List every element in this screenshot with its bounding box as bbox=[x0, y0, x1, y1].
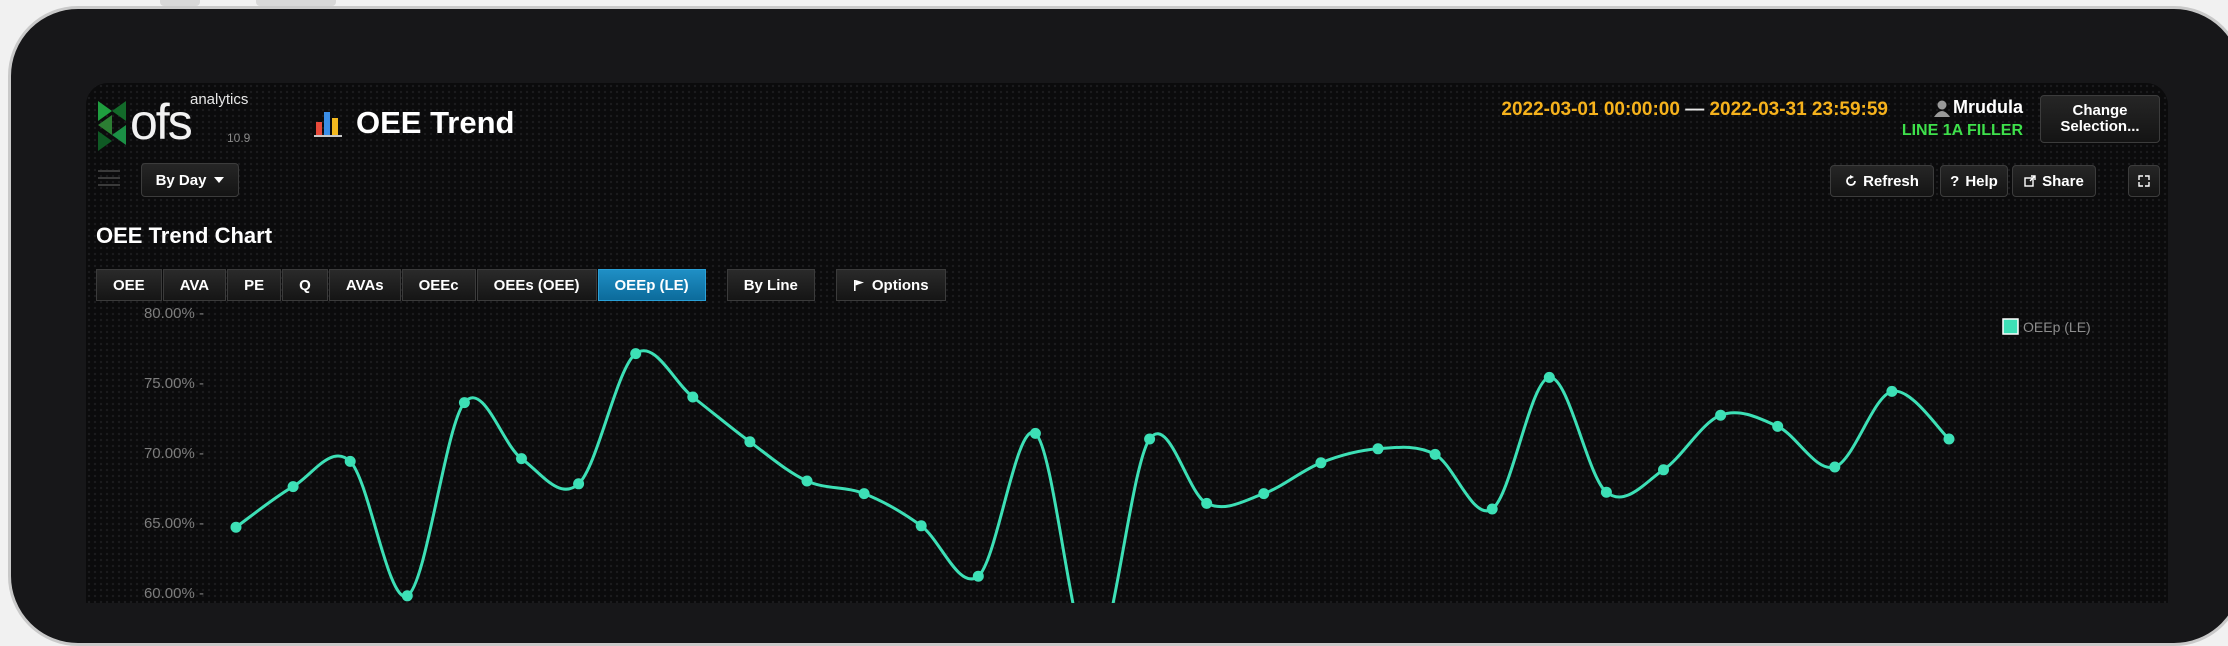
options-button[interactable]: Options bbox=[835, 269, 946, 301]
data-point bbox=[1943, 433, 1955, 445]
date-start: 2022-03-01 00:00:00 bbox=[1501, 99, 1680, 120]
page-title-group: OEE Trend bbox=[314, 105, 514, 141]
device-button bbox=[256, 0, 336, 6]
user-name: Mrudula bbox=[1953, 97, 2023, 117]
period-label: By Day bbox=[155, 171, 207, 189]
data-point bbox=[1201, 497, 1213, 509]
data-point bbox=[630, 348, 642, 360]
data-point bbox=[687, 391, 699, 403]
app-version: 10.9 bbox=[227, 131, 251, 145]
data-point bbox=[1029, 427, 1041, 439]
app-logo: ofs analytics 10.9 bbox=[94, 91, 264, 151]
help-label: Help bbox=[1965, 172, 1998, 190]
data-point bbox=[1886, 385, 1898, 397]
data-point bbox=[287, 481, 299, 493]
refresh-label: Refresh bbox=[1863, 172, 1919, 190]
page-title: OEE Trend bbox=[356, 105, 515, 140]
options-label: Options bbox=[871, 276, 929, 294]
logo-wordmark: ofs bbox=[130, 94, 193, 150]
y-tick-label: 75.00% - bbox=[144, 375, 204, 392]
line-name: LINE 1A FILLER bbox=[1901, 122, 2023, 139]
tab-oees[interactable]: OEEs (OEE) bbox=[476, 269, 597, 301]
share-button[interactable]: Share bbox=[2012, 165, 2096, 197]
y-tick-label: 80.00% - bbox=[144, 305, 204, 322]
tab-oeep[interactable]: OEEp (LE) bbox=[597, 269, 706, 301]
data-point bbox=[744, 436, 756, 448]
period-dropdown[interactable]: By Day bbox=[141, 163, 239, 197]
data-point bbox=[1144, 433, 1156, 445]
tab-q[interactable]: Q bbox=[282, 269, 328, 301]
data-point bbox=[1600, 486, 1612, 498]
caret-down-icon bbox=[214, 177, 225, 183]
y-tick-label: 70.00% - bbox=[144, 445, 204, 462]
tab-pe[interactable]: PE bbox=[227, 269, 282, 301]
data-point bbox=[344, 455, 356, 467]
hamburger-icon bbox=[98, 170, 120, 186]
data-point bbox=[230, 521, 242, 533]
data-point bbox=[1772, 420, 1784, 432]
metric-tabs: OEE AVA PE Q AVAs OEEc OEEs (OEE) OEEp (… bbox=[96, 269, 947, 301]
data-point bbox=[1372, 443, 1384, 455]
tablet-frame: ofs analytics 10.9 OEE Trend 2022-03-01 … bbox=[8, 6, 2228, 646]
user-icon bbox=[1934, 100, 1950, 117]
tab-ava[interactable]: AVA bbox=[162, 269, 227, 301]
date-end: 2022-03-31 23:59:59 bbox=[1709, 99, 1888, 120]
question-icon: ? bbox=[1950, 172, 1960, 190]
tab-avas[interactable]: AVAs bbox=[328, 269, 401, 301]
data-point bbox=[401, 590, 413, 602]
y-tick-label: 60.00% - bbox=[144, 585, 204, 602]
logo-mark-icon bbox=[98, 101, 126, 151]
refresh-button[interactable]: Refresh bbox=[1830, 165, 1934, 197]
user-info: Mrudula LINE 1A FILLER bbox=[1902, 97, 2023, 140]
external-link-icon bbox=[2024, 175, 2036, 187]
refresh-icon bbox=[1846, 175, 1856, 186]
bar-chart-icon bbox=[314, 112, 342, 137]
data-point bbox=[458, 397, 470, 409]
expand-icon bbox=[2138, 175, 2150, 187]
legend-swatch bbox=[2002, 318, 2019, 335]
data-point bbox=[1258, 488, 1270, 500]
data-point bbox=[1486, 503, 1498, 515]
device-button bbox=[160, 0, 200, 6]
tab-oee[interactable]: OEE bbox=[96, 269, 162, 301]
flag-icon bbox=[853, 280, 864, 291]
data-point bbox=[1829, 461, 1841, 473]
by-line-button[interactable]: By Line bbox=[726, 269, 815, 301]
data-point bbox=[915, 520, 927, 532]
user-name-row: Mrudula bbox=[1902, 97, 2023, 118]
legend-label: OEEp (LE) bbox=[2023, 319, 2091, 335]
help-button[interactable]: ? Help bbox=[1940, 165, 2008, 197]
date-separator: — bbox=[1685, 99, 1705, 120]
data-point bbox=[1715, 409, 1727, 421]
menu-button[interactable] bbox=[94, 163, 124, 193]
tab-oeec[interactable]: OEEc bbox=[401, 269, 476, 301]
data-point bbox=[1543, 371, 1555, 383]
oee-trend-chart: 80.00% - 75.00% - 70.00% - 65.00% - 60.00% -… bbox=[144, 305, 2091, 603]
y-tick-label: 65.00% - bbox=[144, 515, 204, 532]
logo-analytics-text: analytics bbox=[190, 91, 249, 108]
data-point bbox=[858, 488, 870, 500]
fullscreen-button[interactable] bbox=[2128, 165, 2160, 197]
data-point bbox=[801, 475, 813, 487]
share-label: Share bbox=[2042, 172, 2084, 190]
series-line bbox=[235, 349, 1951, 603]
data-point bbox=[972, 570, 984, 582]
section-title: OEE Trend Chart bbox=[96, 223, 273, 248]
date-range[interactable]: 2022-03-01 00:00:00 — 2022-03-31 23:59:5… bbox=[1501, 99, 1888, 121]
data-point bbox=[1658, 464, 1669, 476]
data-point bbox=[1315, 457, 1327, 469]
data-point bbox=[516, 453, 527, 465]
change-selection-button[interactable]: Change Selection... bbox=[2040, 95, 2160, 143]
app-screen: ofs analytics 10.9 OEE Trend 2022-03-01 … bbox=[86, 83, 2168, 603]
data-point bbox=[573, 478, 585, 490]
data-point bbox=[1429, 448, 1441, 460]
